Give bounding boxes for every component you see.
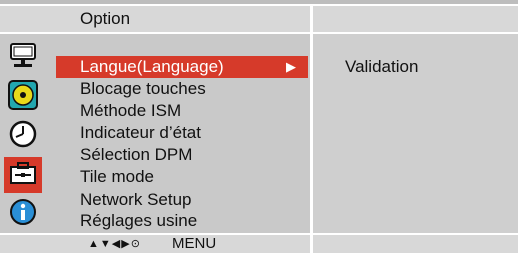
menu-item-label: Indicateur d’état xyxy=(80,123,201,142)
submenu-item-validation[interactable]: Validation xyxy=(345,57,418,77)
monitor-icon xyxy=(8,42,38,75)
menu-item-dpm-select[interactable]: Sélection DPM xyxy=(56,144,308,166)
submenu-arrow-icon: ▶ xyxy=(286,59,296,74)
audio-disc-icon xyxy=(8,79,38,115)
navigation-hint-icons: ▲▼◀▶⊙ xyxy=(88,238,141,250)
category-time[interactable] xyxy=(4,118,42,154)
menu-hint-label: MENU xyxy=(172,235,217,252)
menu-item-label: Méthode ISM xyxy=(80,101,182,120)
category-option[interactable] xyxy=(4,157,42,193)
menu-item-label: Network Setup xyxy=(80,190,192,209)
info-icon xyxy=(8,197,38,232)
footer-bar xyxy=(0,235,310,253)
category-audio[interactable] xyxy=(4,79,42,115)
menu-item-label: Sélection DPM xyxy=(80,145,193,164)
menu-item-label: Réglages usine xyxy=(80,211,198,230)
menu-item-factory-reset[interactable]: Réglages usine xyxy=(56,210,308,232)
page-title: Option xyxy=(80,9,131,28)
menu-item-label: Tile mode xyxy=(80,167,155,186)
menu-item-ism-method[interactable]: Méthode ISM xyxy=(56,100,308,122)
menu-item-network-setup[interactable]: Network Setup xyxy=(56,189,308,211)
header-bar-right xyxy=(313,6,518,32)
osd-menu: Option Langue(Language) ▶ Blocage touche… xyxy=(0,0,518,253)
clock-icon xyxy=(8,119,38,154)
menu-item-key-lock[interactable]: Blocage touches xyxy=(56,78,308,100)
toolbox-icon xyxy=(8,158,38,193)
menu-item-label: Langue(Language) xyxy=(80,57,224,76)
category-picture[interactable] xyxy=(4,40,42,76)
menu-item-power-indicator[interactable]: Indicateur d’état xyxy=(56,122,308,144)
top-border xyxy=(0,0,518,4)
menu-item-label: Blocage touches xyxy=(80,79,206,98)
category-support[interactable] xyxy=(4,196,42,232)
panel-divider xyxy=(310,6,313,253)
footer-bar-right xyxy=(313,235,518,253)
category-rail xyxy=(0,34,46,233)
menu-item-tile-mode[interactable]: Tile mode xyxy=(56,166,308,188)
header-bar: Option xyxy=(0,6,310,32)
menu-item-language[interactable]: Langue(Language) ▶ xyxy=(56,56,308,78)
